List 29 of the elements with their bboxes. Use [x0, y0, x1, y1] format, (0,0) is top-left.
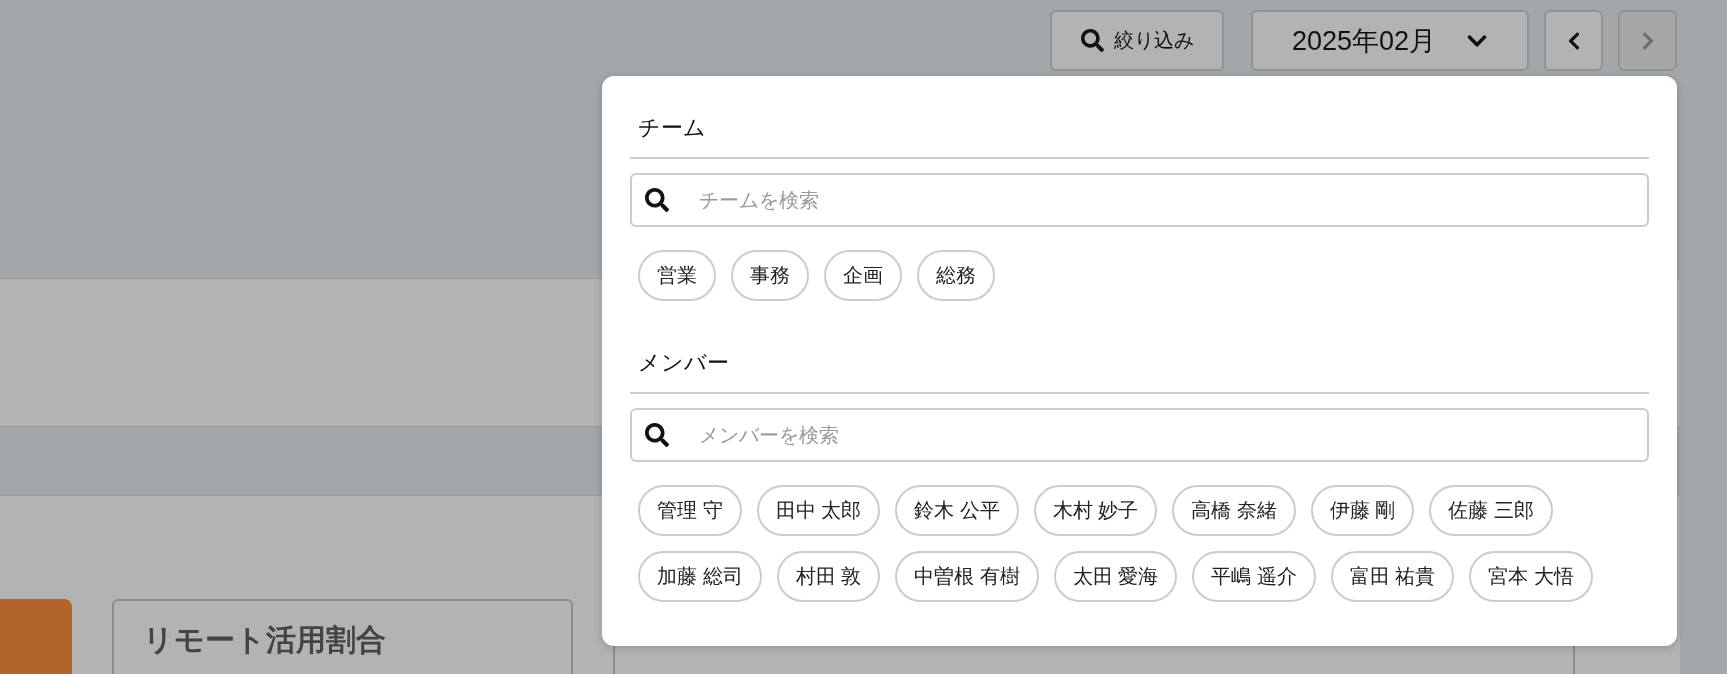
search-field[interactable]: チームを検索: [630, 173, 1649, 227]
filter-chip[interactable]: 富田 祐貴: [1330, 551, 1455, 602]
month-select[interactable]: 2025年02月: [1251, 10, 1529, 71]
search-icon: [645, 188, 669, 212]
filter-chip[interactable]: 管理 守: [638, 485, 742, 536]
filter-chip[interactable]: 中曽根 有樹: [895, 551, 1039, 602]
filter-chip[interactable]: 伊藤 剛: [1310, 485, 1415, 536]
filter-chip[interactable]: 高橋 奈緒: [1172, 485, 1296, 536]
filter-chip[interactable]: 佐藤 三郎: [1429, 485, 1553, 536]
filter-chip[interactable]: 村田 敦: [776, 551, 881, 602]
filter-chip[interactable]: 田中 太郎: [756, 485, 881, 536]
filter-chip[interactable]: 平嶋 遥介: [1192, 551, 1316, 602]
filter-chip[interactable]: 事務: [731, 250, 809, 301]
filter-chip[interactable]: 太田 愛海: [1053, 551, 1178, 602]
search-field[interactable]: メンバーを検索: [630, 408, 1649, 462]
previous-month-button[interactable]: [1544, 10, 1603, 71]
filter-chip[interactable]: 木村 妙子: [1033, 485, 1158, 536]
search-icon: [1080, 29, 1104, 52]
card-title: リモート活用割合: [143, 622, 387, 658]
search-icon: [645, 423, 669, 447]
filter-chip[interactable]: 宮本 大悟: [1469, 551, 1593, 602]
section-heading: チーム: [630, 100, 1649, 159]
section-heading: メンバー: [630, 335, 1649, 394]
filter-chip[interactable]: 加藤 総司: [638, 551, 762, 602]
filter-chip[interactable]: 企画: [824, 250, 902, 301]
filter-chip[interactable]: 営業: [638, 250, 716, 301]
filter-button[interactable]: 絞り込み: [1050, 10, 1224, 71]
filter-chip[interactable]: 総務: [917, 250, 995, 301]
filter-chip[interactable]: 鈴木 公平: [895, 485, 1019, 536]
